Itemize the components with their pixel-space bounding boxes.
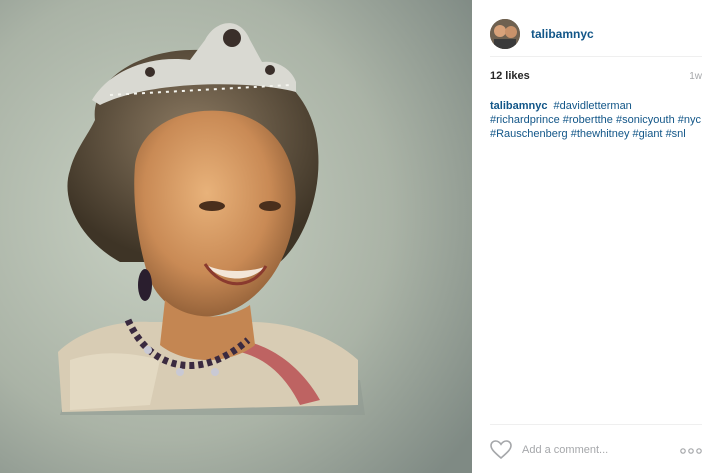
post-timestamp[interactable]: 1w [689, 71, 702, 82]
comment-input[interactable] [522, 443, 672, 456]
post-actions [490, 424, 702, 474]
heart-icon[interactable] [490, 439, 512, 460]
hashtag[interactable]: #richardprince [490, 114, 560, 126]
more-options-icon[interactable] [680, 443, 702, 454]
hashtag[interactable]: #sonicyouth [616, 114, 675, 126]
post-stats: 12 likes 1w [490, 70, 702, 82]
username-link[interactable]: talibamnyc [531, 27, 594, 41]
post-sidebar: talibamnyc 12 likes 1w talibamnyc #david… [472, 0, 720, 473]
avatar[interactable] [490, 19, 520, 49]
hashtag[interactable]: #nyc [678, 114, 701, 126]
hashtag[interactable]: #thewhitney [571, 128, 630, 140]
hashtag[interactable]: #davidletterman [554, 100, 632, 112]
post-photo[interactable] [0, 0, 472, 473]
instagram-post: talibamnyc 12 likes 1w talibamnyc #david… [0, 0, 720, 473]
hashtag[interactable]: #giant [633, 128, 663, 140]
hashtag[interactable]: #Rauschenberg [490, 128, 568, 140]
post-header: talibamnyc [490, 12, 702, 57]
post-caption: talibamnyc #davidletterman #richardprinc… [490, 99, 704, 141]
like-count[interactable]: 12 likes [490, 70, 530, 82]
hashtag[interactable]: #robertthe [563, 114, 613, 126]
caption-username[interactable]: talibamnyc [490, 100, 547, 112]
hashtag[interactable]: #snl [666, 128, 686, 140]
